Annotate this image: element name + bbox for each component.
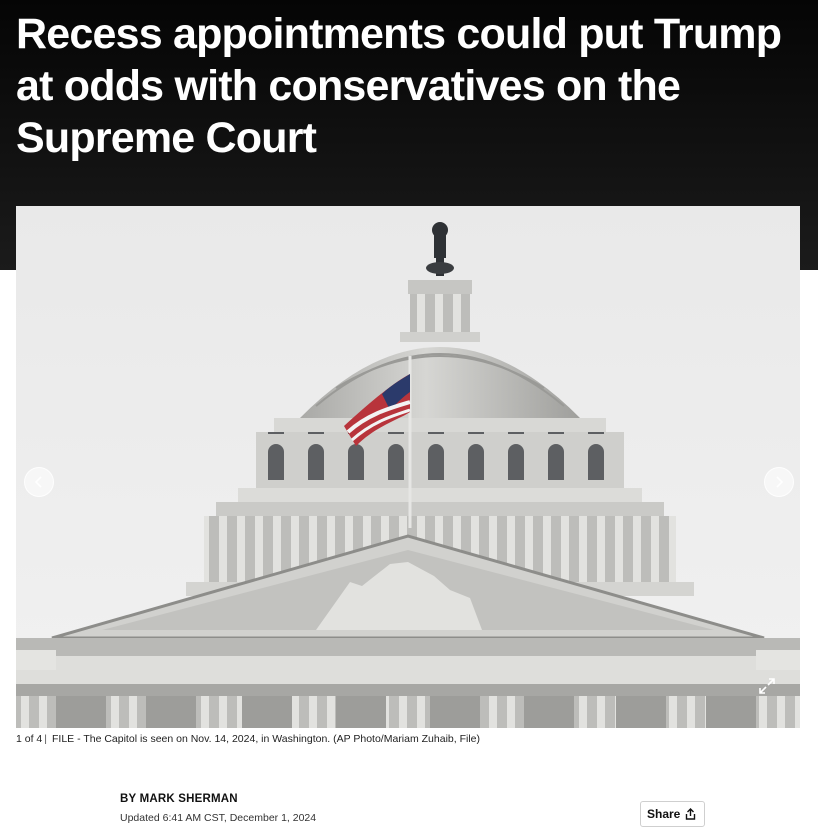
- chevron-left-icon: [34, 476, 42, 488]
- expand-icon: [759, 678, 775, 694]
- gallery-next-button[interactable]: [764, 467, 794, 497]
- author-link[interactable]: MARK SHERMAN: [140, 793, 238, 805]
- photo-caption: 1 of 4 | FILE - The Capitol is seen on Nov…: [16, 733, 480, 745]
- chevron-right-icon: [776, 476, 784, 488]
- headline: Recess appointments could put Trump at o…: [16, 10, 782, 162]
- capitol-photo: [16, 206, 800, 728]
- byline: BY MARK SHERMAN: [120, 793, 238, 805]
- share-label: Share: [647, 807, 681, 821]
- expand-photo-button[interactable]: [756, 675, 778, 697]
- gallery-photo[interactable]: [16, 206, 800, 728]
- gallery-counter: 1 of 4: [16, 733, 43, 745]
- share-icon: [686, 808, 696, 820]
- caption-text: FILE - The Capitol is seen on Nov. 14, 2…: [52, 733, 481, 745]
- share-button[interactable]: Share: [640, 801, 706, 827]
- byline-prefix: BY: [120, 793, 137, 805]
- gallery-prev-button[interactable]: [24, 467, 54, 497]
- updated-timestamp: Updated 6:41 AM CST, December 1, 2024: [120, 812, 317, 824]
- caption-separator: |: [44, 733, 48, 745]
